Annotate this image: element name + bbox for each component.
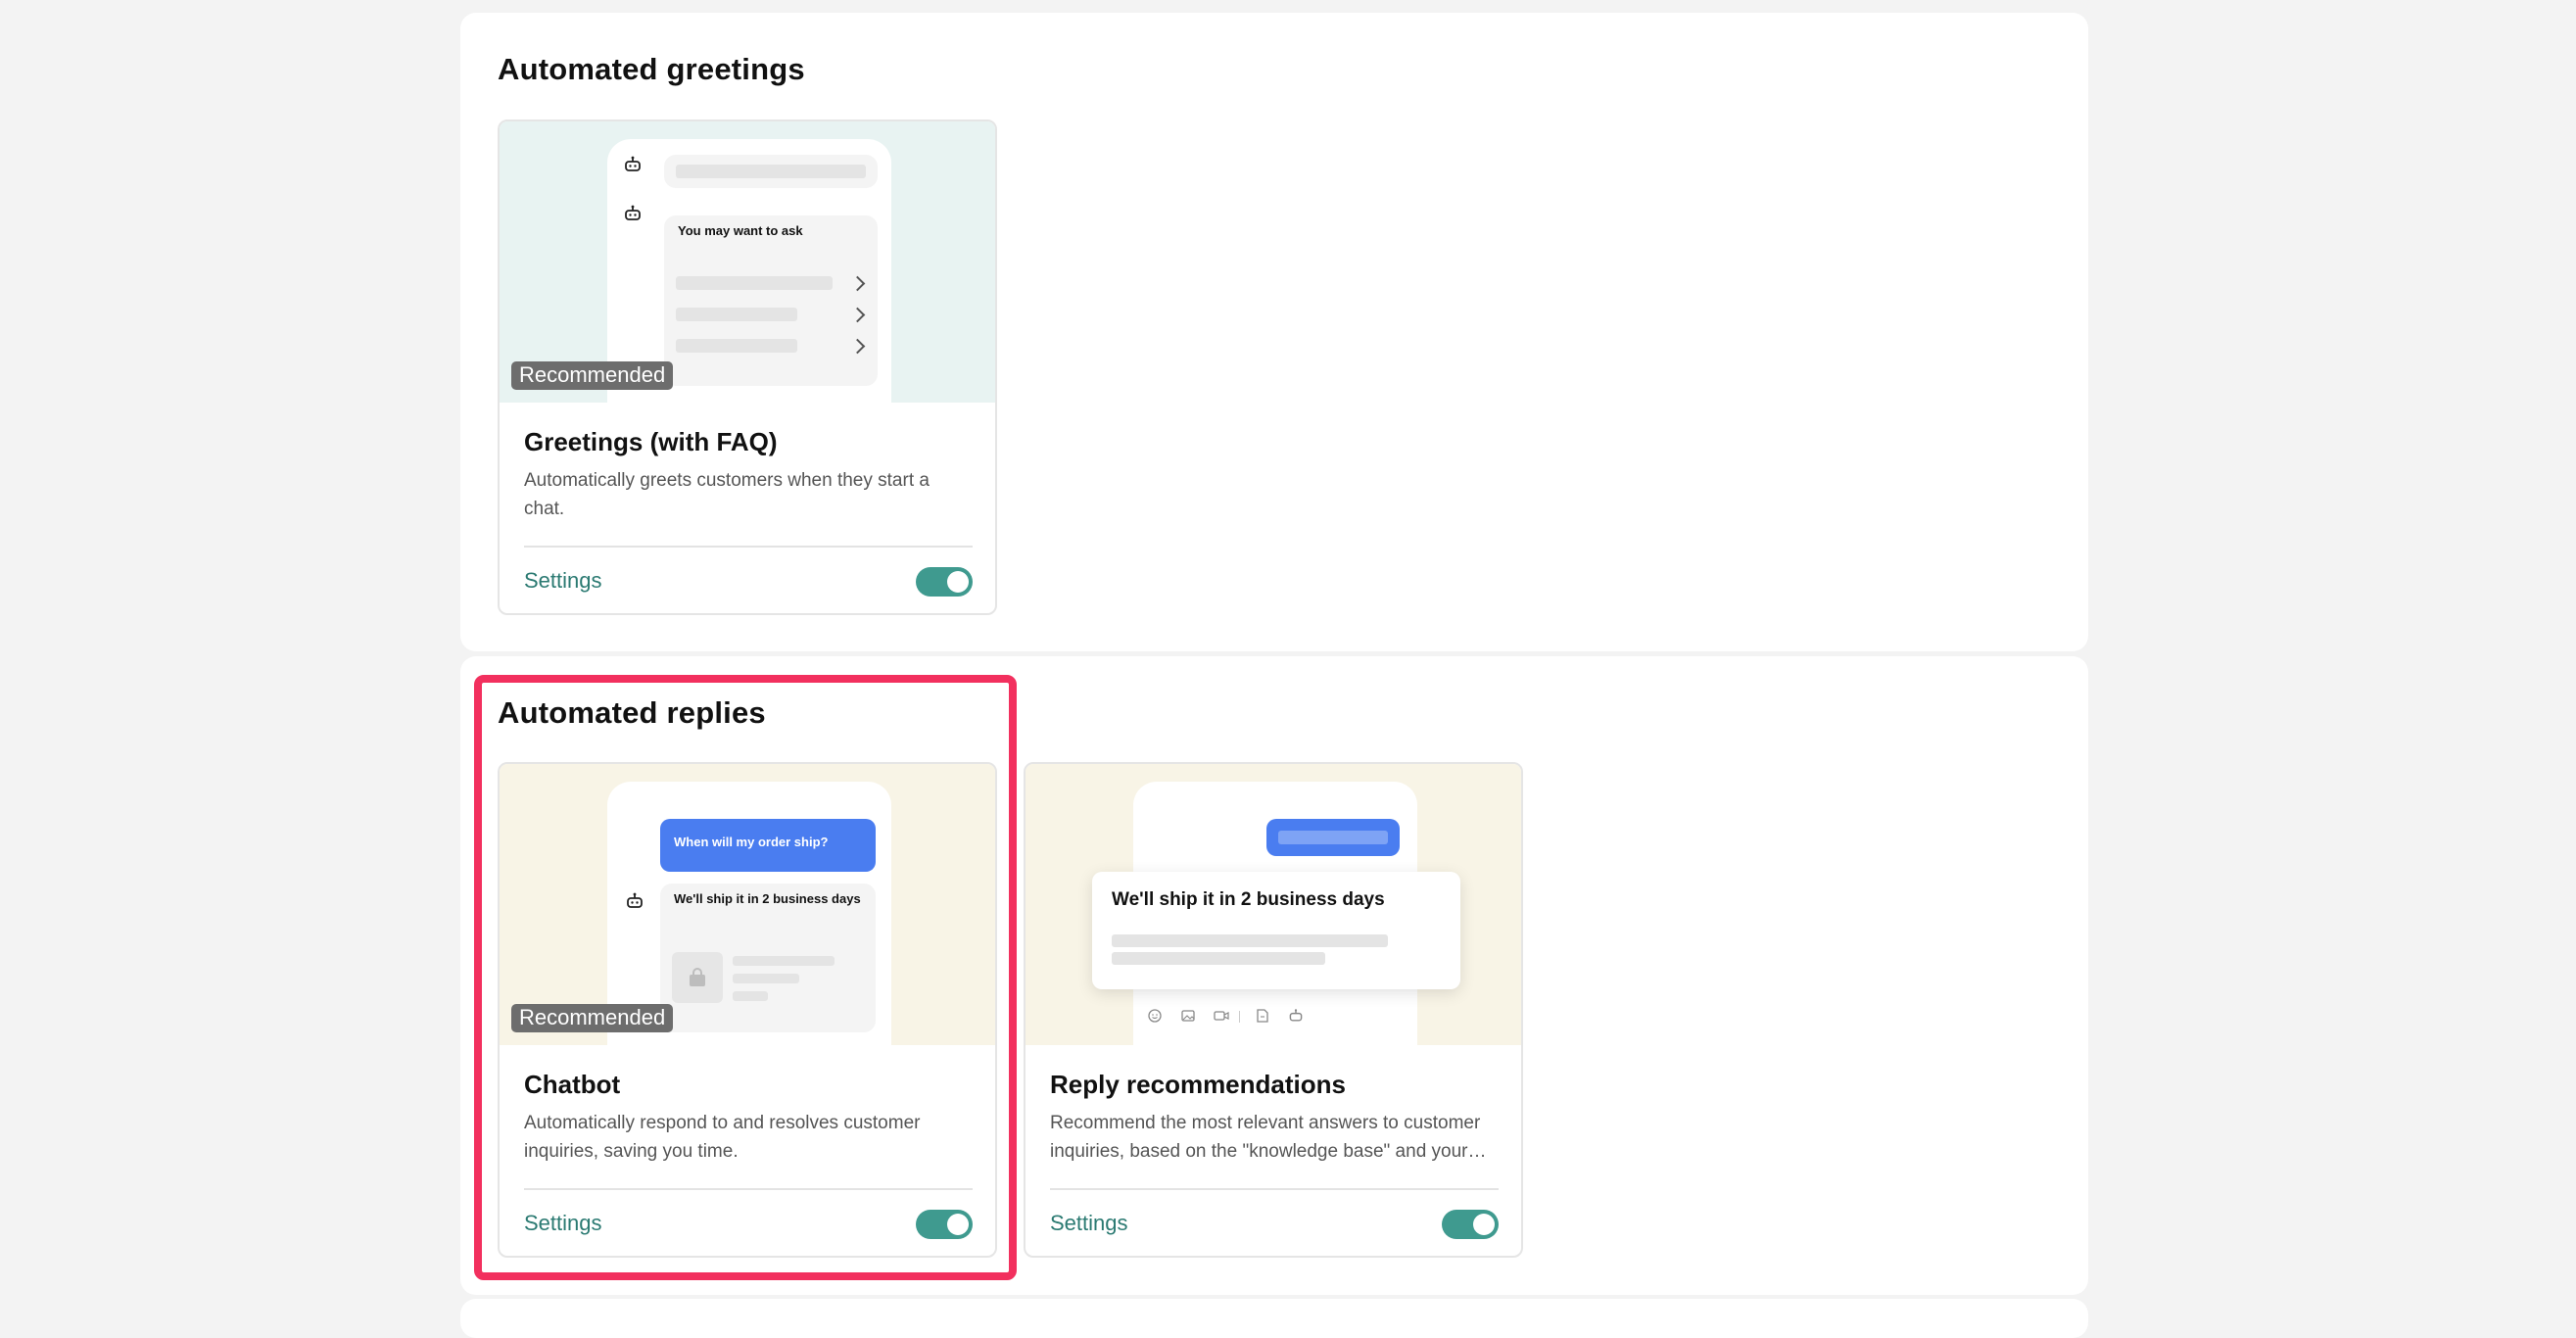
toggle-knob <box>1473 1214 1495 1235</box>
section-title-greetings: Automated greetings <box>498 52 805 86</box>
card-description: Recommend the most relevant answers to c… <box>1050 1113 1481 1162</box>
greetings-faq-card: You may want to ask Recommended Greeting… <box>498 119 997 615</box>
customer-question: When will my order ship? <box>674 835 829 849</box>
settings-link[interactable]: Settings <box>1050 1211 1128 1236</box>
automated-greetings-panel: Automated greetings You may want to ask <box>460 13 2088 651</box>
enable-toggle[interactable] <box>1442 1210 1499 1239</box>
robot-icon <box>621 887 648 915</box>
card-divider <box>1050 1188 1499 1190</box>
toggle-knob <box>947 1214 969 1235</box>
automated-replies-panel: Automated replies When will my order shi… <box>460 656 2088 1295</box>
suggested-reply-text: We'll ship it in 2 business days <box>1112 889 1385 910</box>
skeleton-line <box>733 974 799 983</box>
greetings-preview: You may want to ask Recommended <box>500 121 995 403</box>
customer-message-bubble: When will my order ship? <box>660 819 876 872</box>
chatbot-preview: When will my order ship? We'll ship it i… <box>500 764 995 1045</box>
toggle-knob <box>947 571 969 593</box>
enable-toggle[interactable] <box>916 567 973 597</box>
skeleton-line <box>1278 831 1388 844</box>
recommended-badge: Recommended <box>511 1004 674 1032</box>
card-divider <box>524 1188 973 1190</box>
enable-toggle[interactable] <box>916 1210 973 1239</box>
settings-link[interactable]: Settings <box>524 568 602 594</box>
skeleton-line <box>733 991 768 1001</box>
card-title: Greetings (with FAQ) <box>524 427 778 456</box>
skeleton-line <box>1112 934 1388 947</box>
section-title-replies: Automated replies <box>498 695 766 730</box>
shopping-bag-icon <box>672 952 723 1003</box>
faq-bubble: You may want to ask <box>664 215 878 386</box>
skeleton-line <box>676 165 866 178</box>
robot-icon <box>619 200 646 227</box>
chatbot-card: When will my order ship? We'll ship it i… <box>498 762 997 1258</box>
next-section-panel <box>460 1299 2088 1338</box>
emoji-icon <box>1147 1009 1163 1023</box>
suggested-reply-card: We'll ship it in 2 business days <box>1092 872 1460 989</box>
file-icon <box>1255 1009 1270 1023</box>
image-icon <box>1180 1009 1196 1023</box>
settings-link[interactable]: Settings <box>524 1211 602 1236</box>
reply-recommendations-preview: We'll ship it in 2 business days <box>1026 764 1521 1045</box>
greeting-bubble <box>664 155 878 188</box>
robot-icon <box>1288 1009 1304 1023</box>
robot-icon <box>619 151 646 178</box>
card-description: Automatically greets customers when they… <box>524 470 930 519</box>
skeleton-line <box>1112 952 1325 965</box>
skeleton-line <box>676 339 797 353</box>
faq-heading: You may want to ask <box>678 223 803 238</box>
skeleton-line <box>733 956 835 966</box>
recommended-badge: Recommended <box>511 361 674 390</box>
reply-recommendations-card: We'll ship it in 2 business days Reply r… <box>1024 762 1523 1258</box>
card-description: Automatically respond to and resolves cu… <box>524 1113 921 1162</box>
card-title: Chatbot <box>524 1070 621 1099</box>
bot-reply-bubble: We'll ship it in 2 business days <box>660 884 876 1032</box>
customer-message-bubble <box>1266 819 1400 856</box>
card-divider <box>524 546 973 548</box>
video-icon <box>1214 1009 1229 1023</box>
chevron-right-icon <box>849 338 866 355</box>
chevron-right-icon <box>849 275 866 292</box>
chevron-right-icon <box>849 307 866 323</box>
bot-answer: We'll ship it in 2 business days <box>674 891 861 906</box>
toolbar-divider <box>1239 1011 1240 1023</box>
skeleton-line <box>676 308 797 321</box>
skeleton-line <box>676 276 833 290</box>
card-title: Reply recommendations <box>1050 1070 1346 1099</box>
